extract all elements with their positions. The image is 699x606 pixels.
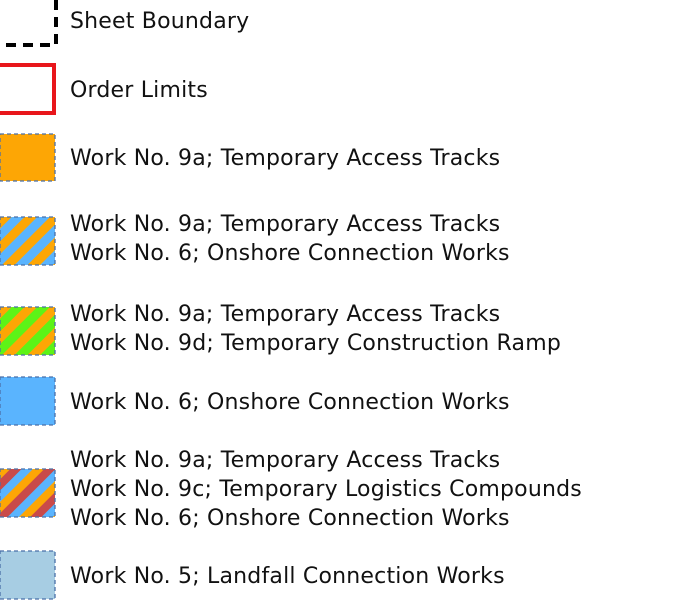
legend-label: Work No. 6; Onshore Connection Works [70, 506, 510, 531]
legend-row-work-9a-9d: Work No. 9a; Temporary Access Tracks Wor… [0, 300, 699, 362]
orange-fill-swatch [0, 133, 56, 182]
legend-row-work-9a-6: Work No. 9a; Temporary Access Tracks Wor… [0, 210, 699, 272]
legend-row-work-6: Work No. 6; Onshore Connection Works [0, 376, 699, 428]
legend-label: Work No. 9c; Temporary Logistics Compoun… [70, 477, 582, 502]
orange-green-striped-swatch [0, 306, 56, 356]
legend-row-work-9a: Work No. 9a; Temporary Access Tracks [0, 133, 699, 183]
order-limits-swatch [0, 63, 56, 115]
blue-fill-swatch [0, 376, 56, 426]
legend-row-work-5: Work No. 5; Landfall Connection Works [0, 550, 699, 602]
legend-label: Work No. 5; Landfall Connection Works [70, 564, 505, 589]
light-blue-fill-swatch [0, 550, 56, 600]
legend-label: Work No. 9a; Temporary Access Tracks [70, 302, 501, 327]
legend-label: Sheet Boundary [70, 9, 250, 34]
legend-label: Work No. 9a; Temporary Access Tracks [70, 212, 501, 237]
legend-label: Work No. 9a; Temporary Access Tracks [70, 448, 501, 473]
legend-label: Work No. 9d; Temporary Construction Ramp [70, 331, 562, 356]
sheet-boundary-swatch [0, 0, 58, 47]
legend-label: Work No. 9a; Temporary Access Tracks [70, 146, 501, 171]
legend-row-order-limits: Order Limits [0, 63, 699, 115]
legend-label: Order Limits [70, 78, 208, 103]
legend-row-work-9a-9c-6: Work No. 9a; Temporary Access Tracks Wor… [0, 446, 699, 536]
legend-label: Work No. 6; Onshore Connection Works [70, 241, 510, 266]
tricolor-striped-swatch [0, 468, 56, 518]
legend-row-sheet-boundary: Sheet Boundary [0, 0, 699, 48]
orange-blue-striped-swatch [0, 216, 56, 266]
legend-label: Work No. 6; Onshore Connection Works [70, 390, 510, 415]
